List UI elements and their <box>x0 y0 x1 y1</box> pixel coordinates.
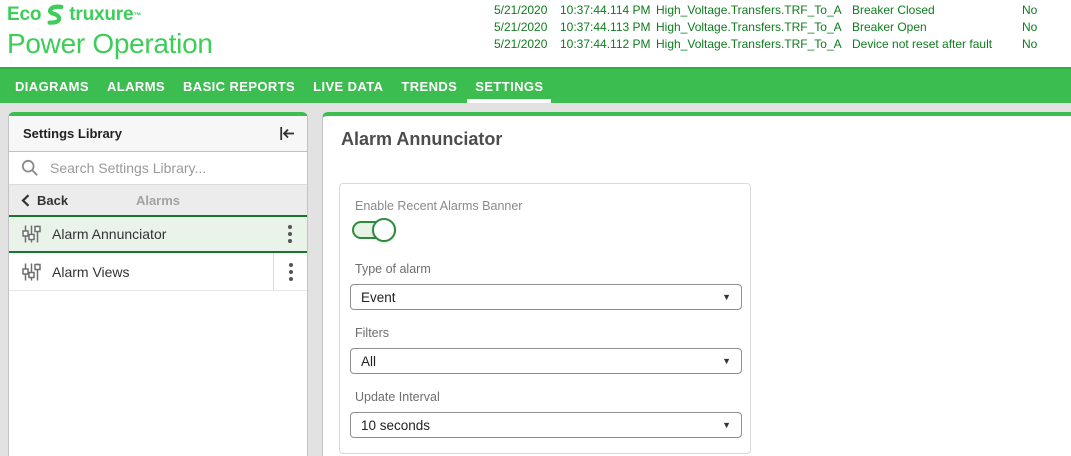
sidebar-item-alarm-annunciator[interactable]: Alarm Annunciator <box>9 215 307 253</box>
selected-value: Event <box>361 289 396 305</box>
update-interval-group: Update Interval 10 seconds ▼ <box>350 390 742 438</box>
update-interval-label: Update Interval <box>355 390 440 404</box>
chevron-left-icon <box>21 193 30 207</box>
logo-eco-text: Eco <box>7 4 42 25</box>
alarm-row-message[interactable]: Device not reset after fault <box>852 36 1022 53</box>
ecostruxure-logo: Eco truxure ™ Power Operation <box>7 3 213 59</box>
filters-group: Filters All ▼ <box>350 326 742 374</box>
sidebar-title: Settings Library <box>23 126 122 141</box>
alarm-row-ack[interactable]: No <box>1022 36 1037 53</box>
trademark-symbol: ™ <box>133 11 142 20</box>
enable-banner-toggle[interactable] <box>352 218 396 242</box>
nav-tab-diagrams[interactable]: DIAGRAMS <box>6 69 98 103</box>
page-title: Alarm Annunciator <box>341 129 503 149</box>
nav-tab-settings[interactable]: SETTINGS <box>466 69 552 103</box>
recent-alarms-banner: 5/21/2020 10:37:44.114 PM High_Voltage.T… <box>494 2 1037 53</box>
kebab-icon <box>288 225 292 229</box>
sidebar-search-row <box>9 152 307 185</box>
nav-tab-trends[interactable]: TRENDS <box>392 69 466 103</box>
caret-down-icon: ▼ <box>722 419 731 430</box>
type-of-alarm-label: Type of alarm <box>355 262 431 276</box>
search-input[interactable] <box>50 160 295 176</box>
alarm-row-time[interactable]: 10:37:44.112 PM <box>560 36 656 53</box>
main-panel: Alarm Annunciator Enable Recent Alarms B… <box>322 112 1071 456</box>
alarm-row-date[interactable]: 5/21/2020 <box>494 2 560 19</box>
update-interval-select[interactable]: 10 seconds ▼ <box>350 412 742 438</box>
logo-truxure-text: truxure <box>69 4 134 25</box>
content-area: Settings Library Back Alarms <box>0 103 1071 456</box>
selected-value: All <box>361 353 377 369</box>
alarm-row-source[interactable]: High_Voltage.Transfers.TRF_To_A <box>656 2 852 19</box>
caret-down-icon: ▼ <box>722 291 731 302</box>
nav-tab-live-data[interactable]: LIVE DATA <box>304 69 392 103</box>
collapse-sidebar-button[interactable] <box>276 123 298 145</box>
nav-tab-basic-reports[interactable]: BASIC REPORTS <box>174 69 304 103</box>
alarm-row-time[interactable]: 10:37:44.114 PM <box>560 2 656 19</box>
main-navbar: DIAGRAMS ALARMS BASIC REPORTS LIVE DATA … <box>0 67 1071 103</box>
back-label: Back <box>37 192 69 208</box>
sidebar-item-label: Alarm Annunciator <box>52 226 167 242</box>
enable-banner-label: Enable Recent Alarms Banner <box>355 199 523 213</box>
product-title: Power Operation <box>7 28 213 59</box>
item-menu-button[interactable] <box>273 253 307 290</box>
sidebar-item-label: Alarm Views <box>52 263 130 280</box>
sidebar-item-alarm-views[interactable]: Alarm Views <box>9 253 307 291</box>
sidebar-header: Settings Library <box>9 116 307 152</box>
sliders-icon <box>21 224 42 244</box>
ecostruxure-swirl-icon <box>47 4 64 25</box>
filters-label: Filters <box>355 326 390 340</box>
toggle-knob <box>372 218 396 242</box>
filters-select[interactable]: All ▼ <box>350 348 742 374</box>
annunciator-settings-card: Enable Recent Alarms Banner Type of alar… <box>339 183 751 454</box>
caret-down-icon: ▼ <box>722 355 731 366</box>
settings-library-sidebar: Settings Library Back Alarms <box>8 112 308 456</box>
back-button[interactable]: Back Alarms <box>9 185 307 215</box>
alarm-row-date[interactable]: 5/21/2020 <box>494 19 560 36</box>
alarm-row-source[interactable]: High_Voltage.Transfers.TRF_To_A <box>656 19 852 36</box>
alarm-row-ack[interactable]: No <box>1022 19 1037 36</box>
alarm-row-message[interactable]: Breaker Open <box>852 19 1022 36</box>
alarm-row-source[interactable]: High_Voltage.Transfers.TRF_To_A <box>656 36 852 53</box>
ecostruxure-wordmark: Eco truxure ™ <box>7 3 213 28</box>
alarm-row-ack[interactable]: No <box>1022 2 1037 19</box>
top-header: Eco truxure ™ Power Operation 5/21/2020 1… <box>0 0 1071 67</box>
collapse-left-icon <box>279 127 294 140</box>
selected-value: 10 seconds <box>361 417 431 433</box>
alarm-row-date[interactable]: 5/21/2020 <box>494 36 560 53</box>
kebab-icon <box>288 262 293 267</box>
search-icon <box>21 159 38 176</box>
alarm-row-time[interactable]: 10:37:44.113 PM <box>560 19 656 36</box>
alarm-row-message[interactable]: Breaker Closed <box>852 2 1022 19</box>
nav-tab-alarms[interactable]: ALARMS <box>98 69 174 103</box>
sliders-icon <box>21 262 42 282</box>
item-menu-button[interactable] <box>273 217 307 251</box>
type-of-alarm-group: Type of alarm Event ▼ <box>350 262 742 310</box>
type-of-alarm-select[interactable]: Event ▼ <box>350 284 742 310</box>
